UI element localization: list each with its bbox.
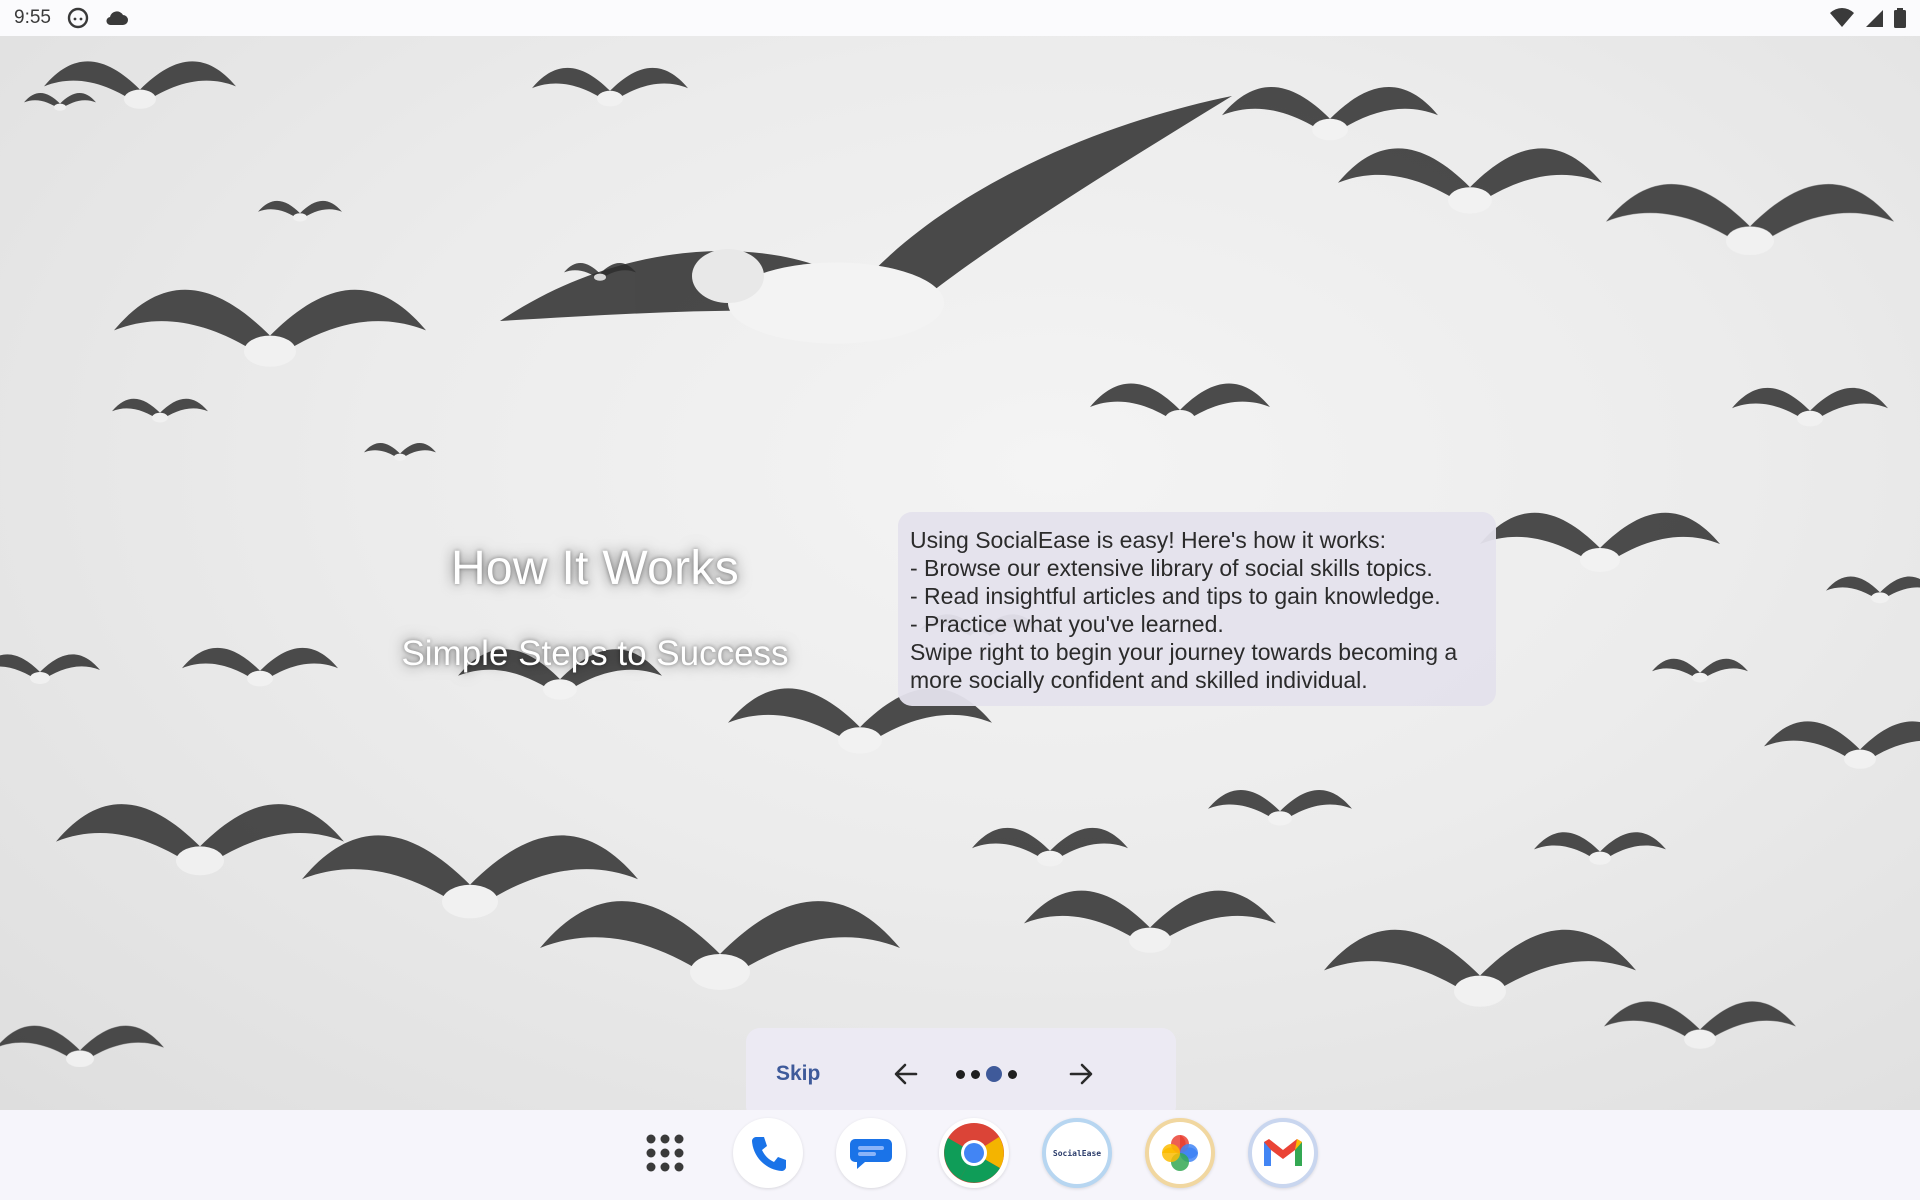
dock: SocialEase bbox=[0, 1110, 1920, 1200]
socialease-app[interactable]: SocialEase bbox=[1042, 1118, 1112, 1188]
page-subtitle: Simple Steps to Success bbox=[401, 634, 789, 673]
page-dot bbox=[971, 1069, 981, 1079]
arrow-left-icon bbox=[895, 1063, 918, 1085]
skip-button[interactable]: Skip bbox=[776, 1062, 820, 1086]
android-icon bbox=[67, 7, 89, 29]
battery-icon bbox=[1894, 8, 1906, 28]
description-line: Using SocialEase is easy! Here's how it … bbox=[910, 527, 1387, 553]
photos-app[interactable] bbox=[1145, 1118, 1215, 1188]
photos-icon bbox=[1162, 1135, 1198, 1171]
background-image: How It Works Simple Steps to Success Usi… bbox=[0, 36, 1920, 1110]
arrow-right-icon bbox=[1070, 1063, 1093, 1085]
phone-icon bbox=[752, 1137, 786, 1171]
onboarding-navigation: Skip bbox=[746, 1028, 1176, 1110]
grid-icon bbox=[646, 1134, 684, 1172]
app-drawer-button[interactable] bbox=[630, 1118, 700, 1188]
wifi-icon bbox=[1830, 8, 1854, 28]
previous-button[interactable] bbox=[886, 1054, 926, 1094]
page-dot-active bbox=[986, 1066, 1003, 1082]
page-dot bbox=[956, 1069, 966, 1079]
description-line: - Read insightful articles and tips to g… bbox=[910, 583, 1441, 609]
page-dot bbox=[1008, 1069, 1018, 1079]
status-bar: 9:55 bbox=[0, 0, 1920, 36]
phone-app[interactable] bbox=[733, 1118, 803, 1188]
chrome-icon bbox=[944, 1123, 1004, 1183]
chrome-app[interactable] bbox=[939, 1118, 1009, 1188]
cloud-icon bbox=[105, 9, 129, 27]
messages-icon bbox=[850, 1139, 892, 1169]
onboarding-headline: How It Works Simple Steps to Success bbox=[340, 541, 850, 674]
signal-icon bbox=[1864, 8, 1884, 28]
description-line: more socially confident and skilled indi… bbox=[910, 667, 1368, 693]
socialease-icon: SocialEase bbox=[1052, 1148, 1102, 1158]
status-time: 9:55 bbox=[14, 7, 51, 28]
description-line: - Practice what you've learned. bbox=[910, 611, 1224, 637]
description-line: - Browse our extensive library of social… bbox=[910, 555, 1433, 581]
page-title: How It Works bbox=[450, 542, 740, 595]
description-card: Using SocialEase is easy! Here's how it … bbox=[898, 512, 1496, 706]
description-line: Swipe right to begin your journey toward… bbox=[910, 639, 1458, 665]
gmail-icon bbox=[1264, 1139, 1302, 1166]
messages-app[interactable] bbox=[836, 1118, 906, 1188]
next-button[interactable] bbox=[1061, 1054, 1101, 1094]
page-indicator bbox=[956, 1066, 1018, 1082]
gmail-app[interactable] bbox=[1248, 1118, 1318, 1188]
